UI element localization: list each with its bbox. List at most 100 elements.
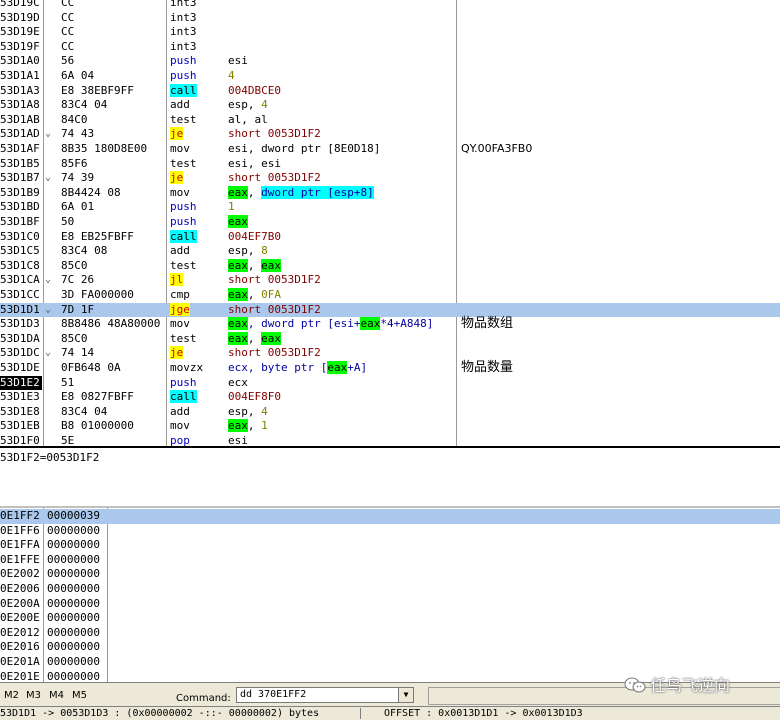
dump-row[interactable]: 0E2016 00000000 [0,640,780,655]
disasm-row[interactable]: 53D1EB B8 01000000 mov eax, 1 [0,419,780,434]
disasm-address: 53D1B5 [0,156,40,170]
dump-value: 00000000 [47,655,100,668]
disasm-mnemonic: add [170,405,190,420]
dump-row[interactable]: 0E200E 00000000 [0,611,780,626]
disasm-row[interactable]: 53D1E8 83C4 04 add esp, 4 [0,405,780,420]
disasm-row[interactable]: 53D1BD 6A 01 push 1 [0,200,780,215]
disasm-mnemonic: test [170,332,197,347]
disasm-operands: esp, 8 [228,244,268,259]
disasm-mnemonic: push [170,54,197,69]
dump-row[interactable]: 0E2002 00000000 [0,567,780,582]
memory-tab-m4[interactable]: M4 [49,690,64,701]
disasm-row[interactable]: 53D1A8 83C4 04 add esp, 4 [0,98,780,113]
disasm-row[interactable]: 53D1E3 E8 0827FBFF call 004EF8F0 [0,390,780,405]
disasm-mnemonic-text: push [170,200,197,214]
disasm-hex-bytes: 6A 04 [61,69,95,82]
disasm-address: 53D1D3 [0,317,40,331]
disasm-row[interactable]: 53D1B7 ⌄ 74 39 je short 0053D1F2 [0,171,780,186]
operand-token: ecx [228,375,248,389]
memory-tab-m3[interactable]: M3 [26,690,41,701]
disasm-comment: 物品数组 [461,316,514,332]
dump-row[interactable]: 0E201A 00000000 [0,655,780,670]
disasm-row[interactable]: 53D1C5 83C4 08 add esp, 8 [0,244,780,259]
disasm-mnemonic: int3 [170,11,197,26]
disasm-row[interactable]: 53D1E2 51 push ecx [0,375,780,391]
operand-token: short 0053D1F2 [228,171,321,185]
disasm-mnemonic-text: test [170,112,197,126]
disasm-hex-bytes: 85F6 [61,156,88,170]
command-input[interactable]: dd 370E1FF2 ▼ [236,687,414,703]
disasm-row[interactable]: 53D1A3 E8 38EBF9FF call 004DBCE0 [0,83,780,99]
disasm-operands: short 0053D1F2 [228,127,321,142]
dump-row[interactable]: 0E2012 00000000 [0,626,780,641]
disasm-hex-bytes: 83C4 04 [61,98,108,112]
disasm-row[interactable]: 53D19F CC int3 [0,40,780,55]
dump-row[interactable]: 0E1FF6 00000000 [0,524,780,539]
disasm-row[interactable]: 53D1AB 84C0 test al, al [0,113,780,128]
disasm-mnemonic-text: mov [170,142,190,155]
disasm-comment: QY.00FA3FB0 [461,142,533,155]
disasm-row[interactable]: 53D1DE 0FB648 0A movzx ecx, byte ptr [eax+A… [0,360,780,376]
disasm-hex-bytes: 56 [61,54,75,68]
dump-row[interactable]: 0E1FF2 00000039 [0,509,780,524]
disasm-row[interactable]: 53D1B5 85F6 test esi, esi [0,157,780,172]
disasm-mnemonic: call [170,390,197,405]
disasm-row[interactable]: 53D1A0 56 push esi [0,54,780,69]
disasm-row[interactable]: 53D19E CC int3 [0,25,780,40]
disasm-mnemonic: test [170,157,197,172]
disasm-operands: esp, 4 [228,98,268,113]
disasm-row[interactable]: 53D1F0 5E pop esi [0,434,780,446]
disasm-row[interactable]: 53D1CC 3D FA000000 cmp eax, 0FA [0,288,780,303]
operand-token: eax [228,331,248,345]
operand-token: eax [228,258,248,272]
dump-row[interactable]: 0E1FFE 00000000 [0,553,780,568]
wechat-icon [624,677,646,693]
disasm-row[interactable]: 53D1C8 85C0 test eax, eax [0,258,780,274]
chevron-down-icon[interactable]: ▼ [398,688,413,702]
disasm-address: 53D19C [0,0,40,9]
disasm-row[interactable]: 53D1B9 8B4424 08 mov eax, dword ptr [esp+8] [0,185,780,201]
dump-row[interactable]: 0E2006 00000000 [0,582,780,597]
disasm-row[interactable]: 53D1D1 ⌄ 7D 1F jge short 0053D1F2 [0,302,780,318]
disasm-hex-bytes: E8 0827FBFF [61,390,134,404]
disasm-row[interactable]: 53D1A1 6A 04 push 4 [0,69,780,84]
disasm-hex-bytes: E8 38EBF9FF [61,83,134,97]
disasm-mnemonic-text: add [170,244,190,258]
operand-token: esi [228,54,248,68]
disasm-row[interactable]: 53D1C0 E8 EB25FBFF call 004EF7B0 [0,229,780,245]
disasm-row[interactable]: 53D1BF 50 push eax [0,215,780,230]
dump-address: 0E2002 [0,567,40,581]
dump-address: 0E201A [0,655,40,668]
memory-tab-m2[interactable]: M2 [4,690,19,701]
disasm-row[interactable]: 53D1DA 85C0 test eax, eax [0,331,780,347]
disasm-operands: esp, 4 [228,405,268,420]
disasm-operands: ecx, byte ptr [eax+A] [228,361,367,376]
disasm-row[interactable]: 53D1DC ⌄ 74 14 je short 0053D1F2 [0,346,780,361]
disasm-mnemonic: mov [170,142,190,157]
dump-pane[interactable]: 0E1FF2 00000039 0E1FF6 00000000 0E1FFA 000000… [0,506,780,684]
disasm-row[interactable]: 53D1CA ⌄ 7C 26 jl short 0053D1F2 [0,273,780,288]
operand-token: , [247,185,262,199]
dump-row[interactable]: 0E1FFA 00000000 [0,538,780,553]
disasm-row[interactable]: 53D1AD ⌄ 74 43 je short 0053D1F2 [0,127,780,142]
disasm-hex-bytes: 51 [61,375,75,389]
dump-row[interactable]: 0E200A 00000000 [0,597,780,612]
disasm-row[interactable]: 53D1D3 8B8486 48A80000 mov eax, dword ptr [… [0,317,780,332]
disasm-mnemonic: jl [170,273,184,288]
disasm-operands: 004DBCE0 [228,84,281,99]
disasm-mnemonic-text: mov [170,317,190,331]
disassembly-pane[interactable]: 53D19C CC int3 53D19D CC int3 53D19E CC int3 53D1… [0,0,780,446]
dump-address: 0E1FFE [0,552,40,566]
disasm-mnemonic: mov [170,317,190,332]
branch-arrow-icon: ⌄ [45,347,52,359]
operand-token: al, al [228,112,268,126]
disasm-hex-bytes: 85C0 [61,331,88,345]
disasm-address: 53D19E [0,25,40,39]
disasm-hex-bytes: 0FB648 0A [61,361,121,374]
dump-value: 00000000 [47,625,100,639]
dump-address: 0E200E [0,611,40,625]
disasm-row[interactable]: 53D19D CC int3 [0,11,780,26]
disasm-row[interactable]: 53D1AF 8B35 180D8E00 mov esi, dword ptr [8E… [0,142,780,157]
disasm-row[interactable]: 53D19C CC int3 [0,0,780,11]
memory-tab-m5[interactable]: M5 [72,690,87,701]
